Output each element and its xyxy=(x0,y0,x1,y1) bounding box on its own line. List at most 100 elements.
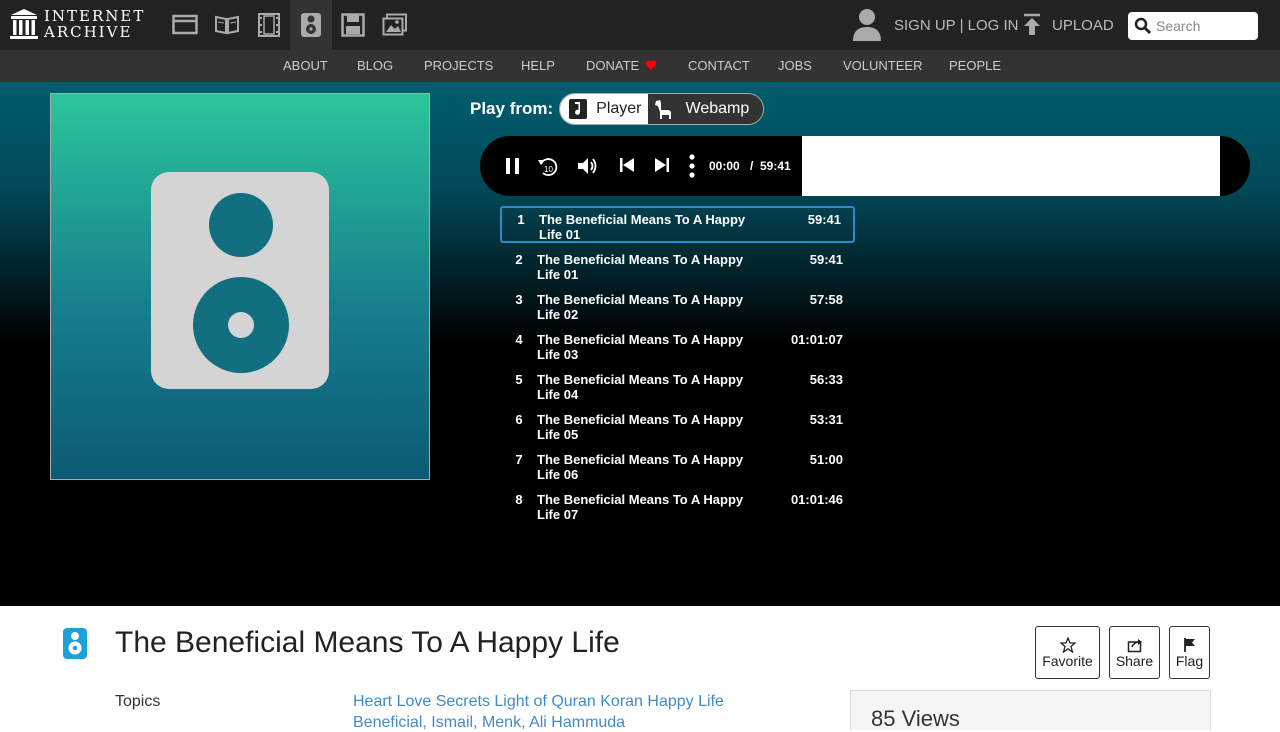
track-duration: 01:01:07 xyxy=(790,332,843,347)
search-icon xyxy=(1134,17,1152,35)
item-details: The Beneficial Means To A Happy Life Fav… xyxy=(0,606,1280,731)
track-duration: 59:41 xyxy=(807,212,841,227)
track-title: The Beneficial Means To A Happy Life 01 xyxy=(539,212,746,242)
track-duration: 01:01:46 xyxy=(790,492,843,507)
play-from-switcher: Play from: Player Webamp xyxy=(470,93,765,125)
playlist-track[interactable]: 6 The Beneficial Means To A Happy Life 0… xyxy=(500,408,855,445)
flag-button[interactable]: Flag xyxy=(1169,626,1210,679)
nav-volunteer[interactable]: VOLUNTEER xyxy=(843,58,922,73)
nav-help[interactable]: HELP xyxy=(521,58,555,73)
media-type-nav xyxy=(164,0,416,50)
track-title: The Beneficial Means To A Happy Life 06 xyxy=(537,452,744,482)
search-box xyxy=(1128,12,1258,40)
play-from-toggle: Player Webamp xyxy=(559,93,765,125)
favorite-label: Favorite xyxy=(1042,652,1093,669)
track-title: The Beneficial Means To A Happy Life 02 xyxy=(537,292,744,322)
flag-label: Flag xyxy=(1175,652,1204,669)
webamp-option-label: Webamp xyxy=(685,100,750,117)
web-icon[interactable] xyxy=(164,0,206,50)
nav-about[interactable]: ABOUT xyxy=(283,58,328,73)
llama-icon xyxy=(654,100,671,119)
audio-player: 10 00:00 / 59:41 xyxy=(480,136,1250,196)
track-number: 4 xyxy=(515,332,523,347)
track-duration: 56:33 xyxy=(809,372,843,387)
software-floppy-icon[interactable] xyxy=(332,0,374,50)
film-icon[interactable] xyxy=(248,0,290,50)
progress-waveform[interactable] xyxy=(802,136,1220,196)
nav-contact[interactable]: CONTACT xyxy=(688,58,750,73)
playlist-track[interactable]: 2 The Beneficial Means To A Happy Life 0… xyxy=(500,248,855,285)
next-track-icon[interactable] xyxy=(654,156,670,174)
heart-icon xyxy=(645,60,657,70)
favorite-button[interactable]: Favorite xyxy=(1035,626,1100,679)
upload-button[interactable]: UPLOAD xyxy=(1022,13,1114,37)
user-area: SIGN UP | LOG IN xyxy=(852,8,1018,42)
share-label: Share xyxy=(1115,652,1154,669)
images-icon[interactable] xyxy=(374,0,416,50)
playlist-track[interactable]: 4 The Beneficial Means To A Happy Life 0… xyxy=(500,328,855,365)
share-button[interactable]: Share xyxy=(1109,626,1160,679)
topics-link[interactable]: Heart Love Secrets Light of Quran Koran … xyxy=(353,693,724,711)
views-count: 85 Views xyxy=(871,706,960,731)
logo-line2: ARCHIVE xyxy=(44,23,133,41)
playlist-track[interactable]: 5 The Beneficial Means To A Happy Life 0… xyxy=(500,368,855,405)
playlist-track[interactable]: 8 The Beneficial Means To A Happy Life 0… xyxy=(500,488,855,525)
logo-text: INTERNET ARCHIVE xyxy=(44,8,145,40)
nav-jobs[interactable]: JOBS xyxy=(778,58,812,73)
track-title: The Beneficial Means To A Happy Life 03 xyxy=(537,332,744,362)
track-number: 3 xyxy=(515,292,523,307)
nav-donate[interactable]: DONATE xyxy=(586,58,657,73)
views-panel: 85 Views xyxy=(850,690,1211,731)
player-option[interactable]: Player xyxy=(560,94,648,124)
nav-people[interactable]: PEOPLE xyxy=(949,58,1001,73)
audio-speaker-icon[interactable] xyxy=(290,0,332,50)
time-separator: / xyxy=(750,159,754,173)
secondary-nav: ABOUT BLOG PROJECTS HELP DONATE CONTACT … xyxy=(0,50,1280,82)
previous-track-icon[interactable] xyxy=(619,156,635,174)
playlist-track[interactable]: 1 The Beneficial Means To A Happy Life 0… xyxy=(500,206,855,243)
nav-projects[interactable]: PROJECTS xyxy=(424,58,493,73)
track-duration: 57:58 xyxy=(809,292,843,307)
book-icon[interactable] xyxy=(206,0,248,50)
track-number: 8 xyxy=(515,492,523,507)
track-title: The Beneficial Means To A Happy Life 05 xyxy=(537,412,744,442)
track-duration: 59:41 xyxy=(809,252,843,267)
more-options-icon[interactable] xyxy=(687,153,697,179)
total-time: 59:41 xyxy=(760,159,791,173)
star-icon xyxy=(1059,636,1076,653)
track-title: The Beneficial Means To A Happy Life 01 xyxy=(537,252,744,282)
page-title: The Beneficial Means To A Happy Life xyxy=(115,626,620,659)
volume-icon[interactable] xyxy=(577,156,599,176)
pause-icon[interactable] xyxy=(505,156,521,176)
webamp-option[interactable]: Webamp xyxy=(647,94,764,124)
play-from-label: Play from: xyxy=(470,99,554,118)
track-number: 5 xyxy=(515,372,523,387)
track-duration: 53:31 xyxy=(809,412,843,427)
audio-type-icon xyxy=(63,628,87,659)
nav-blog[interactable]: BLOG xyxy=(357,58,393,73)
track-number: 1 xyxy=(517,212,525,227)
current-time: 00:00 xyxy=(709,159,740,173)
upload-arrow-icon xyxy=(1024,13,1040,35)
track-number: 7 xyxy=(515,452,523,467)
logo-line1: INTERNET xyxy=(44,7,146,25)
search-input[interactable] xyxy=(1156,18,1256,34)
internet-archive-logo[interactable]: INTERNET ARCHIVE xyxy=(10,8,145,40)
user-avatar-icon[interactable] xyxy=(852,8,882,42)
upload-label: UPLOAD xyxy=(1052,16,1114,34)
replay-10-icon[interactable]: 10 xyxy=(537,156,559,178)
large-speaker-icon xyxy=(151,172,329,389)
topics-label: Topics xyxy=(115,693,161,710)
track-duration: 51:00 xyxy=(809,452,843,467)
topics-link-line2[interactable]: Beneficial, Ismail, Menk, Ali Hammuda xyxy=(353,714,625,732)
archive-building-icon xyxy=(10,9,38,39)
playlist-track[interactable]: 3 The Beneficial Means To A Happy Life 0… xyxy=(500,288,855,325)
flag-icon xyxy=(1183,637,1195,652)
share-icon xyxy=(1127,638,1142,652)
audio-cover-image xyxy=(50,93,430,480)
top-bar: INTERNET ARCHIVE SIGN UP | LOG IN UPLOAD xyxy=(0,0,1280,50)
signup-login-link[interactable]: SIGN UP | LOG IN xyxy=(894,17,1018,34)
track-title: The Beneficial Means To A Happy Life 04 xyxy=(537,372,744,402)
track-number: 2 xyxy=(515,252,523,267)
playlist-track[interactable]: 7 The Beneficial Means To A Happy Life 0… xyxy=(500,448,855,485)
